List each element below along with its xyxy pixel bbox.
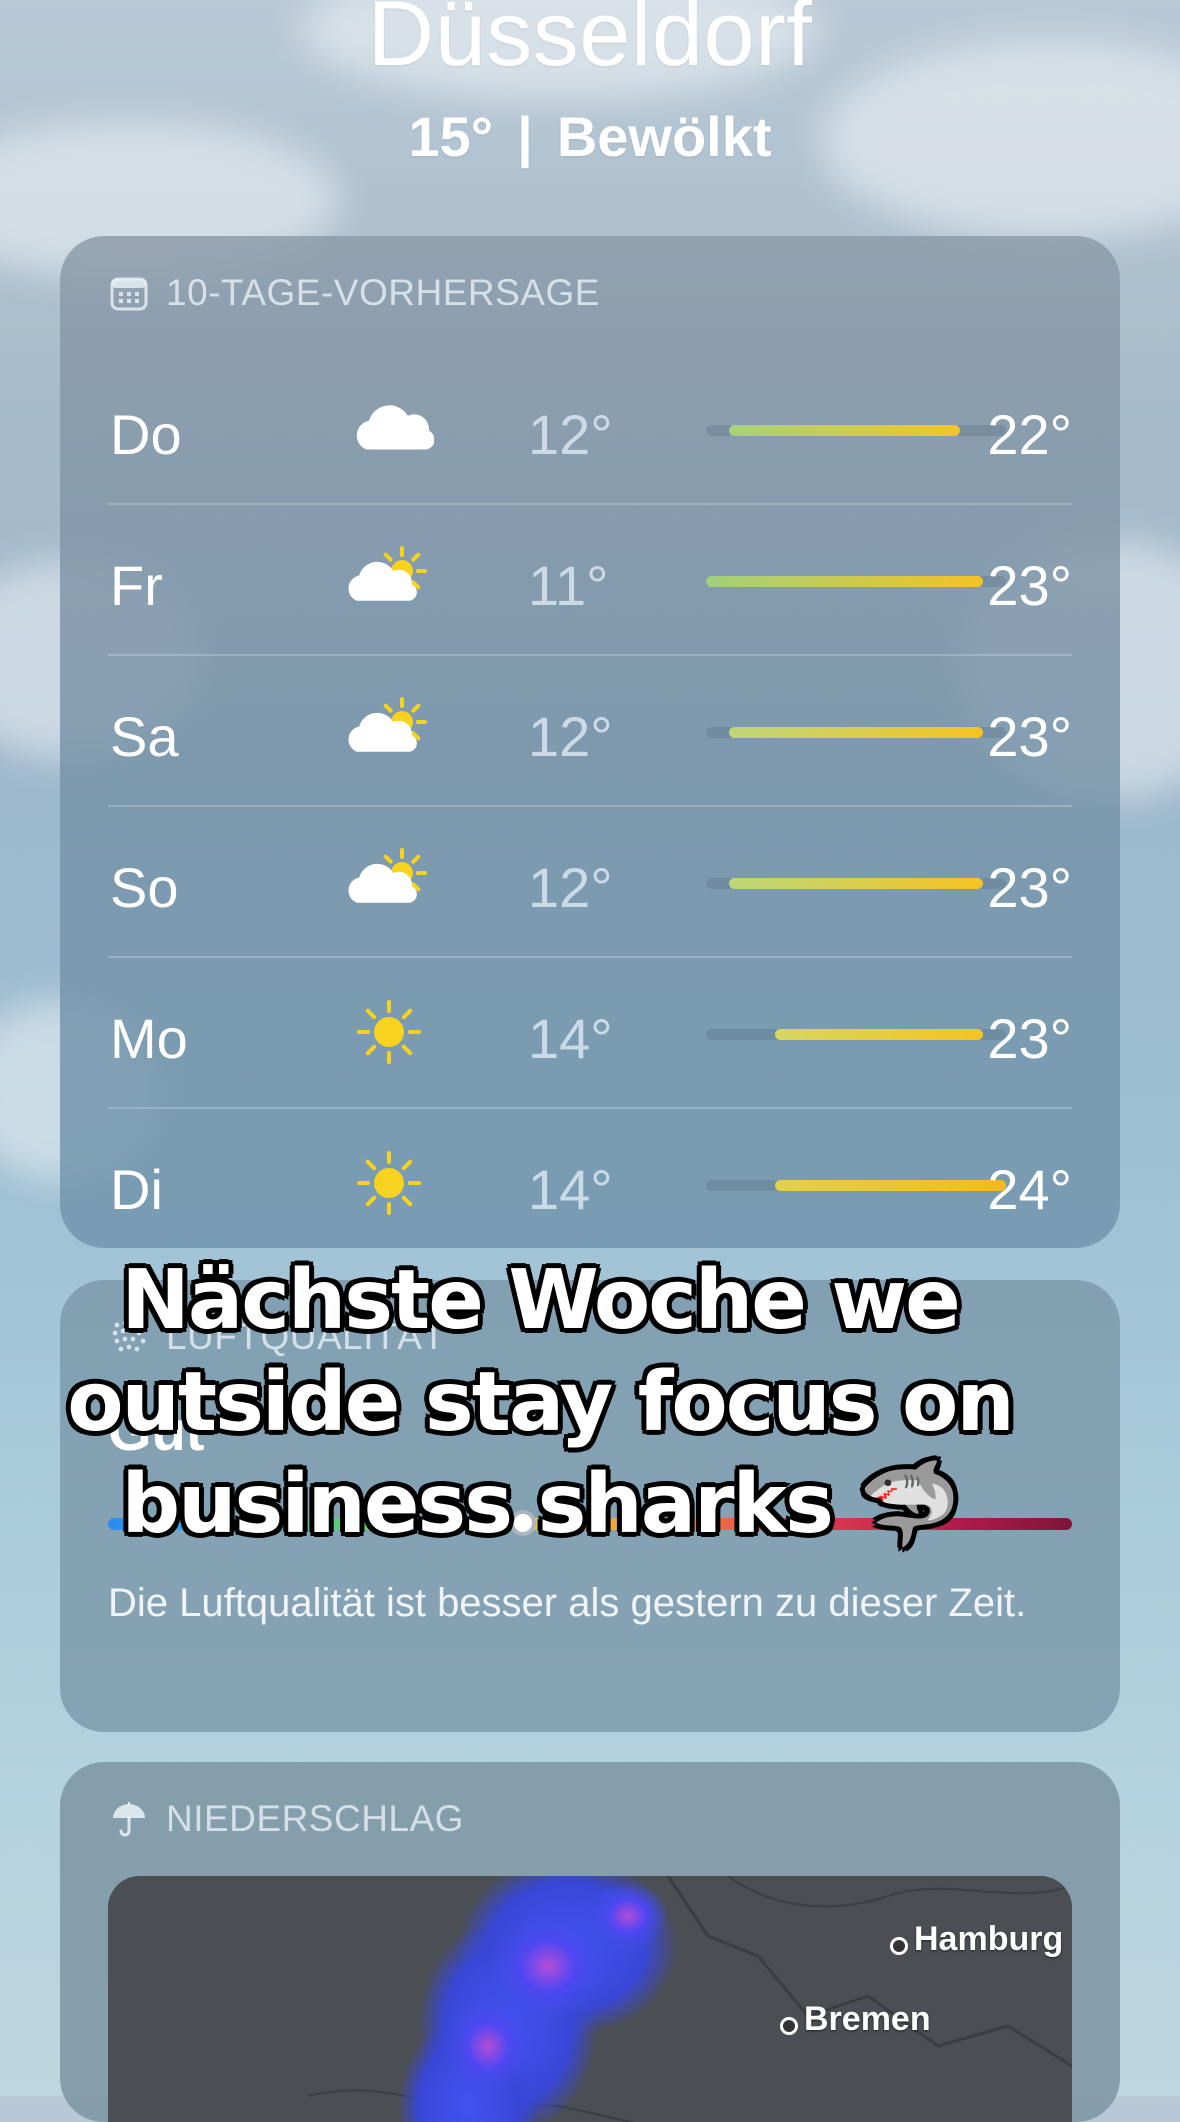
temperature-range-fill <box>729 727 983 738</box>
temperature-range-fill <box>729 425 960 436</box>
caption-line: Nächste Woche we <box>121 1253 961 1348</box>
city-marker <box>780 2016 798 2035</box>
current-temperature: 15° <box>408 105 494 168</box>
forecast-day: So <box>110 856 179 919</box>
caption-line: business sharks 🦈 <box>121 1457 960 1552</box>
umbrella-icon <box>110 1800 148 1838</box>
forecast-card[interactable]: 10-TAGE-VORHERSAGE Do 12° 22° Fr 11° 23°… <box>60 236 1120 1248</box>
caption-line: outside stay focus on <box>67 1355 1015 1450</box>
map-city-hamburg[interactable]: Hamburg <box>890 1920 1063 1959</box>
partly-sunny-icon <box>344 694 434 766</box>
temperature-range-bar <box>706 878 1006 889</box>
sun-icon <box>344 1147 434 1219</box>
city-marker <box>890 1936 908 1955</box>
forecast-row[interactable]: Sa 12° 23° <box>108 656 1072 807</box>
temperature-range-fill <box>775 1180 1006 1191</box>
sun-icon <box>344 996 434 1068</box>
forecast-day: Do <box>110 403 182 466</box>
forecast-low: 11° <box>528 554 609 617</box>
temperature-range-fill <box>706 576 983 587</box>
forecast-high: 23° <box>987 554 1072 617</box>
forecast-high: 23° <box>987 856 1072 919</box>
temperature-range-bar <box>706 425 1006 436</box>
forecast-day: Sa <box>110 705 179 768</box>
forecast-row[interactable]: So 12° 23° <box>108 807 1072 958</box>
partly-sunny-icon <box>344 845 434 917</box>
precipitation-card[interactable]: NIEDERSCHLAG Hamburg Bremen <box>60 1762 1120 2122</box>
forecast-row[interactable]: Mo 14° 23° <box>108 958 1072 1109</box>
forecast-high: 22° <box>987 403 1072 466</box>
video-caption-overlay: Nächste Woche we outside stay focus on b… <box>60 1250 1020 1556</box>
forecast-title: 10-TAGE-VORHERSAGE <box>166 272 600 313</box>
current-summary: 15° | Bewölkt <box>0 104 1180 169</box>
air-quality-description: Die Luftqualität ist besser als gestern … <box>108 1581 1027 1625</box>
map-graphic <box>108 1876 1072 2122</box>
summary-separator: | <box>517 105 533 168</box>
forecast-low: 12° <box>528 403 613 466</box>
forecast-row[interactable]: Fr 11° 23° <box>108 505 1072 656</box>
forecast-day: Mo <box>110 1007 188 1070</box>
map-city-bremen[interactable]: Bremen <box>780 2000 931 2039</box>
forecast-low: 12° <box>528 856 613 919</box>
forecast-row[interactable]: Di 14° 24° <box>108 1109 1072 1248</box>
current-condition: Bewölkt <box>556 105 772 168</box>
forecast-low: 12° <box>528 705 613 768</box>
forecast-low: 14° <box>528 1007 613 1070</box>
precipitation-header: NIEDERSCHLAG <box>110 1798 464 1840</box>
calendar-icon <box>110 274 148 312</box>
partly-sunny-icon <box>344 543 434 615</box>
forecast-day: Fr <box>110 554 163 617</box>
temperature-range-bar <box>706 727 1006 738</box>
temperature-range-fill <box>729 878 983 889</box>
city-name: Düsseldorf <box>367 0 813 85</box>
precipitation-map[interactable]: Hamburg Bremen <box>108 1876 1072 2122</box>
forecast-high: 23° <box>987 705 1072 768</box>
forecast-day: Di <box>110 1158 163 1221</box>
forecast-low: 14° <box>528 1158 613 1221</box>
temperature-range-bar <box>706 1180 1006 1191</box>
temperature-range-bar <box>706 1029 1006 1040</box>
temperature-range-bar <box>706 576 1006 587</box>
cloud-icon <box>344 392 435 464</box>
forecast-row[interactable]: Do 12° 22° <box>108 354 1072 505</box>
forecast-header: 10-TAGE-VORHERSAGE <box>110 272 600 314</box>
temperature-range-fill <box>775 1029 983 1040</box>
forecast-high: 24° <box>987 1158 1072 1221</box>
precipitation-title: NIEDERSCHLAG <box>166 1798 464 1839</box>
forecast-high: 23° <box>987 1007 1072 1070</box>
